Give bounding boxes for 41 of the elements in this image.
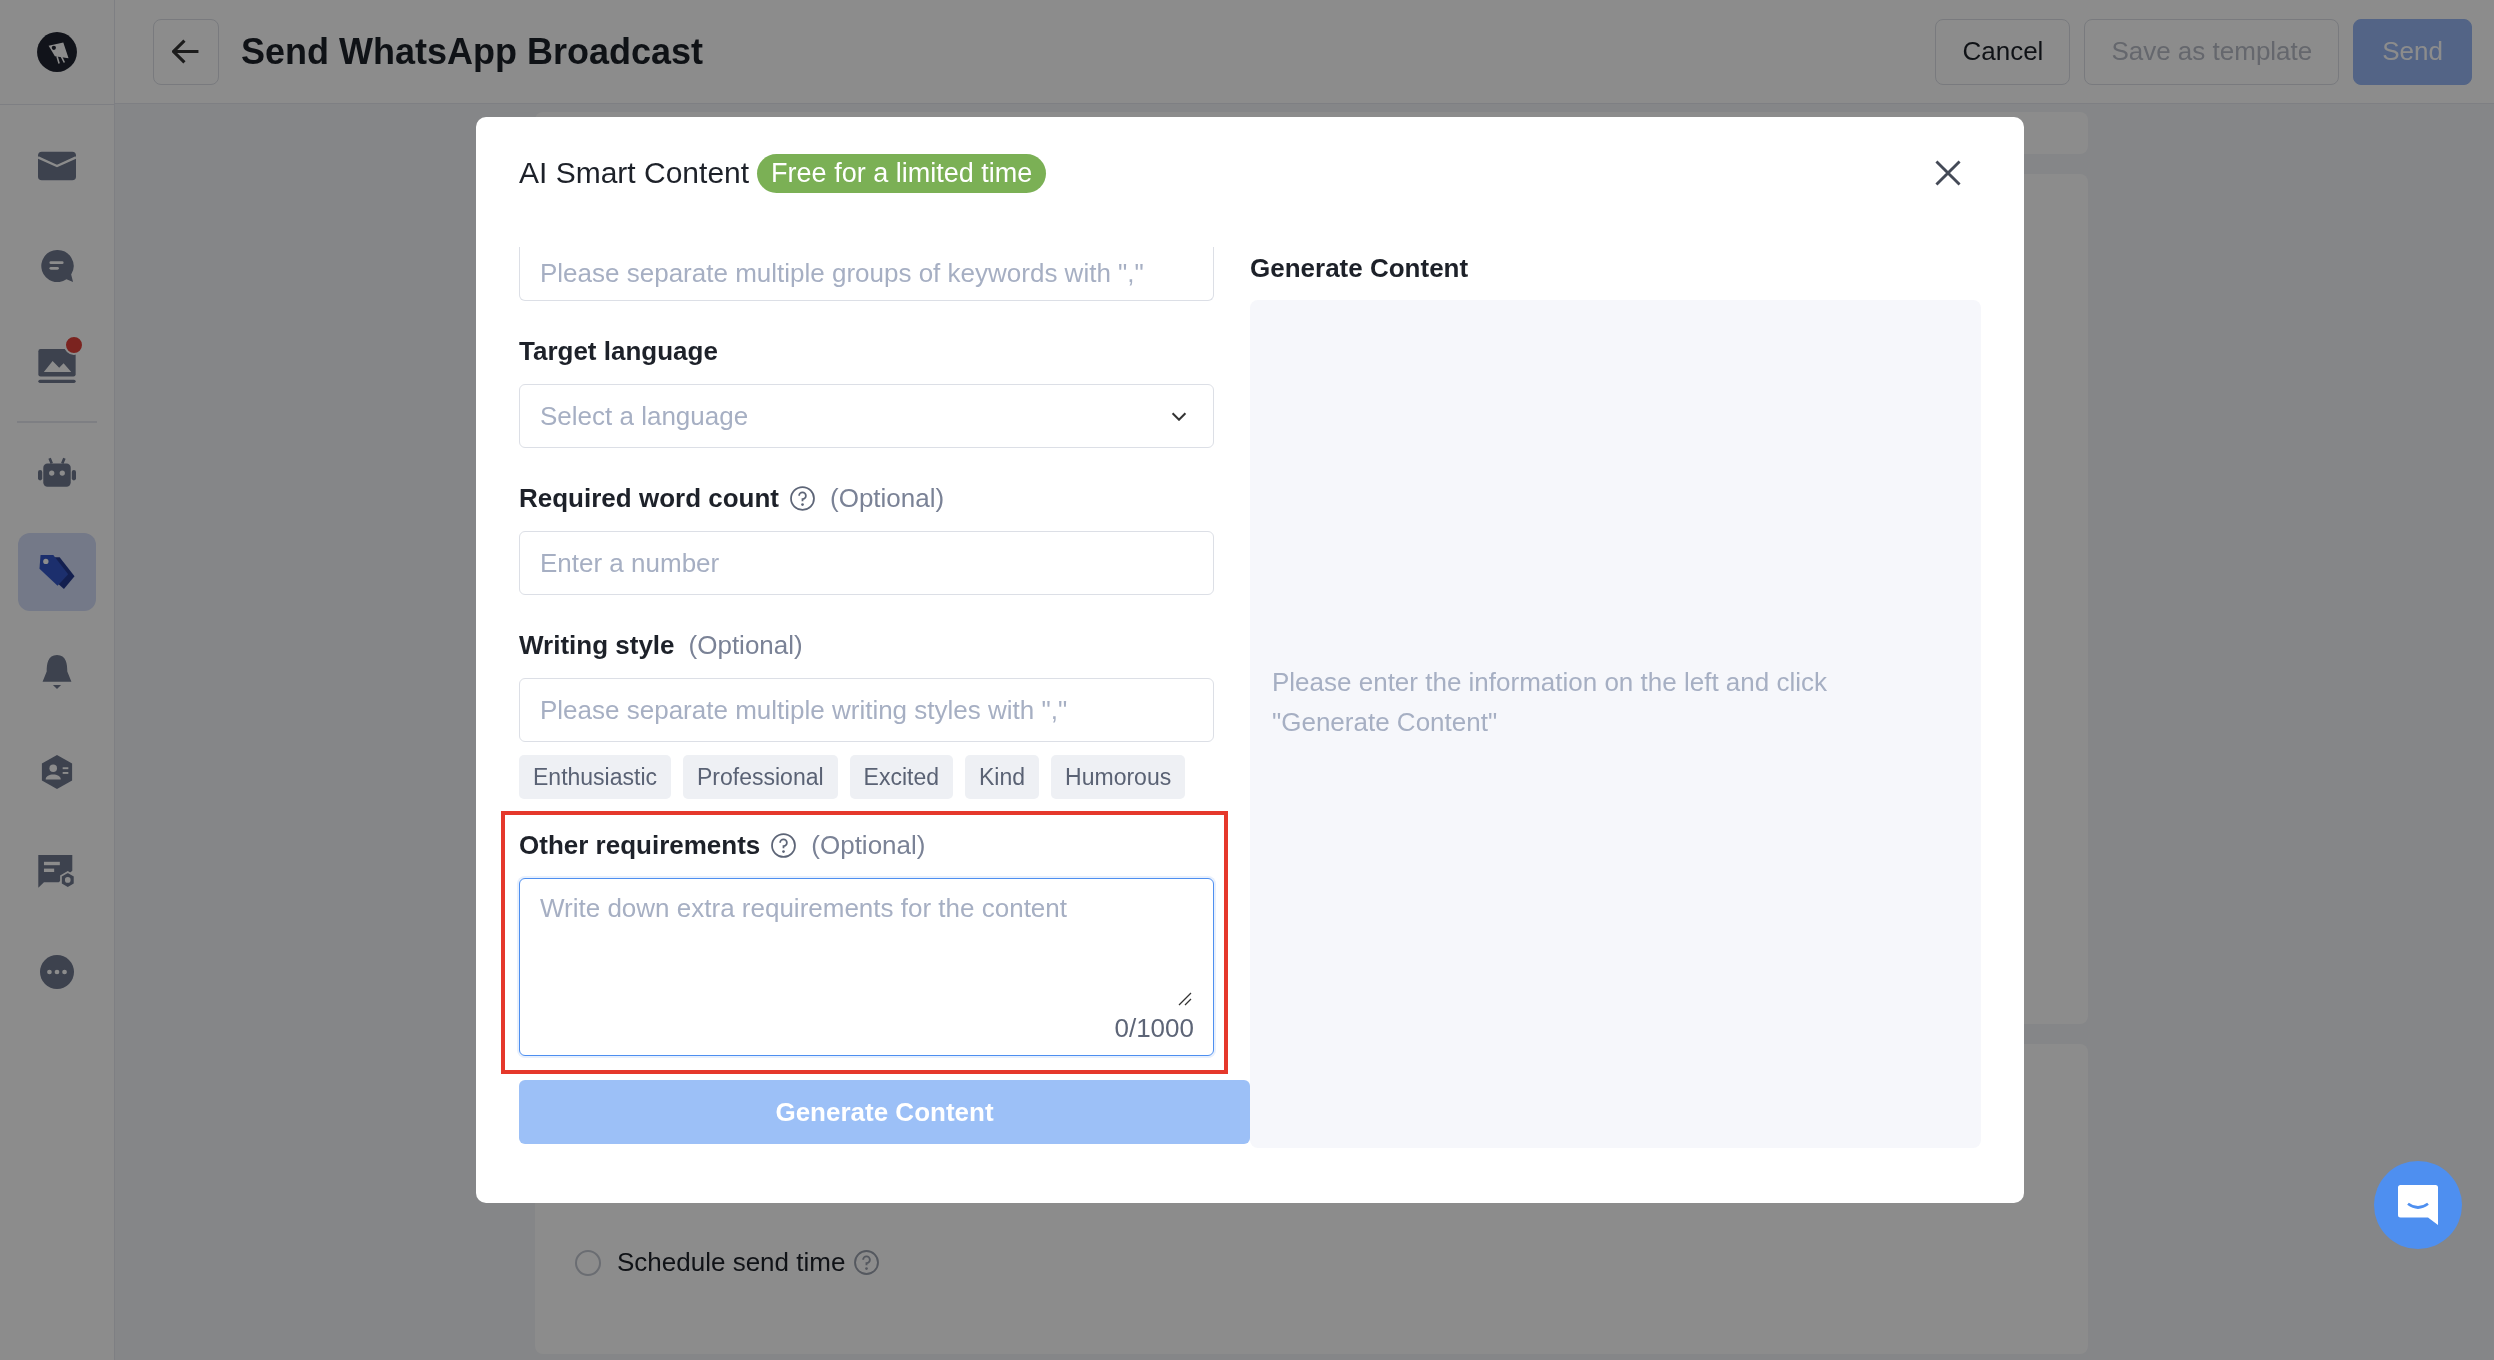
close-icon: [1935, 160, 1961, 186]
more-icon: [38, 955, 76, 989]
optional-label: (Optional): [811, 829, 926, 861]
chevron-down-icon: [1171, 411, 1187, 421]
field-label: Required word count: [519, 482, 779, 514]
back-arrow-icon: [172, 39, 200, 64]
resize-handle-icon[interactable]: [1178, 992, 1192, 1006]
style-tag[interactable]: Enthusiastic: [519, 755, 671, 799]
radio-button[interactable]: [575, 1249, 601, 1276]
modal-title: AI Smart Content: [519, 156, 750, 190]
style-tag[interactable]: Humorous: [1051, 755, 1186, 799]
input-field[interactable]: Please separate multiple writing styles with ",": [519, 678, 1214, 742]
tag-icon: [38, 555, 76, 589]
robot-icon: [38, 455, 76, 489]
help-icon: [853, 1249, 881, 1276]
input-field[interactable]: Enter a number: [519, 531, 1214, 595]
optional-label: (Optional): [830, 482, 945, 514]
sidebar-item[interactable]: [18, 533, 96, 611]
style-tag[interactable]: Professional: [683, 755, 838, 799]
header-button[interactable]: Cancel: [1935, 18, 2071, 85]
promo-badge: Free for a limited time: [757, 153, 1047, 193]
back-button[interactable]: [153, 18, 219, 85]
output-title: Generate Content: [1250, 253, 1470, 284]
style-tag[interactable]: Excited: [849, 755, 954, 799]
output-field[interactable]: Please enter the information on the left and click "Generate Content": [1250, 300, 1981, 1148]
page-title: Send WhatsApp Broadcast: [241, 30, 704, 73]
character-counter: 0/1000: [1114, 1013, 1194, 1044]
field-label: Writing style: [519, 629, 675, 661]
input-field[interactable]: Please separate multiple groups of keywords with ",": [519, 247, 1214, 301]
field-label: Target language: [519, 335, 718, 367]
style-tag[interactable]: Kind: [965, 755, 1040, 799]
parrot-logo-icon: [36, 31, 78, 73]
optional-label: (Optional): [688, 629, 803, 661]
card-gear-icon: [38, 855, 76, 889]
field-label: Other requirements: [519, 829, 761, 861]
image-icon: [38, 349, 76, 383]
chat-bubble-icon: [2398, 1185, 2438, 1225]
notification-dot: [64, 335, 84, 355]
chat-icon: [38, 249, 76, 283]
radio-label: Schedule send time: [617, 1247, 846, 1278]
mail-icon: [38, 149, 76, 183]
